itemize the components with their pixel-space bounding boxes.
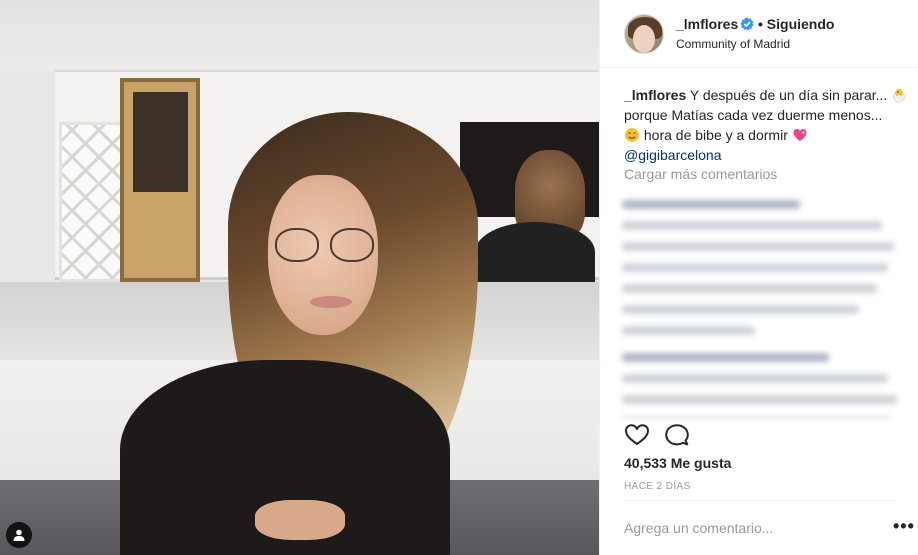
comment-icon[interactable] [664,422,690,448]
comment-line [622,263,889,272]
likes-count[interactable]: 40,533 Me gusta [624,455,731,471]
more-options-button[interactable]: ••• [893,517,915,535]
avatar-face [633,25,655,53]
post-photo[interactable] [0,0,599,555]
post-location[interactable]: Community of Madrid [676,37,790,51]
comment-line [622,353,830,362]
comment-line [622,326,756,335]
comment-line [622,416,892,418]
caption-text-3: hora de bibe y a dormir [640,127,792,143]
divider [624,500,896,501]
comments-list-blurred [612,188,908,418]
comment-line [622,305,859,314]
smiling-face-emoji [625,128,639,142]
photo-glasses-left [275,228,319,262]
caption-mention-link[interactable]: @gigibarcelona [624,147,722,163]
caption-text-2: porque Matías cada vez duerme menos... [624,107,883,123]
sparkling-heart-emoji [793,129,807,141]
post-caption: _lmflores Y después de un día sin parar.… [624,85,914,165]
post-username[interactable]: _lmflores [676,16,738,32]
post-sidebar: _lmflores • Siguiendo Community of Madri… [599,0,918,555]
comment-line [622,284,877,293]
photo-lips [310,296,352,308]
comment-line [622,200,800,209]
photo-reflection-body [475,222,595,282]
follow-status-button[interactable]: • Siguiendo [758,16,834,32]
comment-input[interactable] [624,516,864,540]
person-tag-icon[interactable] [6,522,32,548]
photo-arm [255,500,345,540]
comment-line [622,374,889,383]
post-header: _lmflores • Siguiendo Community of Madri… [600,0,918,68]
comment-line [622,395,898,404]
photo-glasses-right [330,228,374,262]
verified-badge-icon [740,17,754,31]
caption-username[interactable]: _lmflores [624,87,686,103]
caption-text-1: Y después de un día sin parar... [686,87,888,103]
photo-wall [0,0,599,70]
photo-door-panel [133,92,188,192]
comment-line [622,242,895,251]
hatching-chick-emoji [892,89,906,103]
post-timestamp[interactable]: HACE 2 DÍAS [624,481,691,492]
follow-status-label: Siguiendo [766,16,835,32]
avatar[interactable] [624,14,664,54]
comment-line [622,221,883,230]
heart-icon[interactable] [624,422,650,448]
load-more-comments-link[interactable]: Cargar más comentarios [624,166,777,182]
separator-dot: • [758,16,763,32]
